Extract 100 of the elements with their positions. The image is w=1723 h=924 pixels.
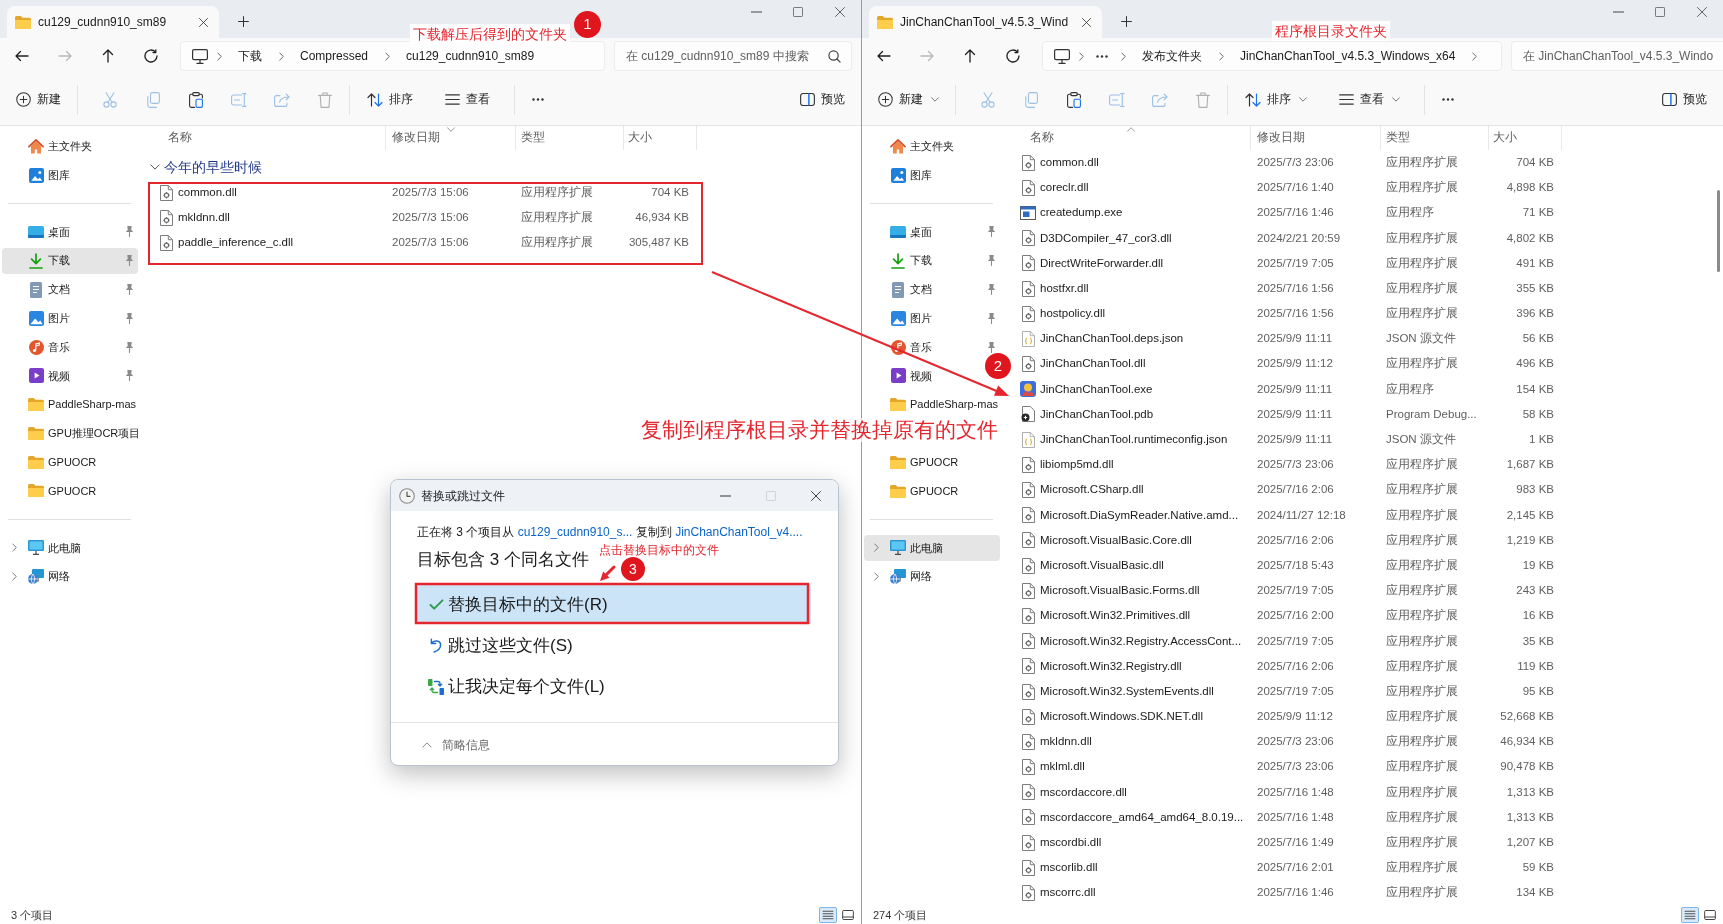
file-name[interactable]: mkldnn.dll: [1040, 733, 1092, 751]
sidebar-item[interactable]: 网络: [864, 563, 938, 590]
file-name[interactable]: hostfxr.dll: [1040, 279, 1089, 298]
file-name[interactable]: createdump.exe: [1040, 204, 1123, 222]
sidebar-item[interactable]: 主文件夹: [864, 133, 960, 160]
sidebar-item[interactable]: GPU推理OCR项目: [2, 420, 147, 447]
file-name[interactable]: common.dll: [1040, 153, 1099, 172]
file-name[interactable]: JinChanChanTool.runtimeconfig.json: [1040, 431, 1228, 449]
file-name[interactable]: mklml.dll: [1040, 758, 1085, 776]
sidebar-item[interactable]: 视频: [2, 362, 138, 389]
column-header[interactable]: 修改日期: [386, 126, 516, 150]
sidebar-item[interactable]: 图片: [864, 305, 1000, 332]
column-header[interactable]: 修改日期: [1251, 126, 1381, 150]
sidebar-item[interactable]: 音乐: [2, 334, 138, 361]
column-header[interactable]: 类型: [1381, 126, 1489, 150]
address-bar[interactable]: 发布文件夹 JinChanChanTool_v4.5.3_Windows_x64: [1042, 41, 1502, 71]
file-name[interactable]: JinChanChanTool.dll: [1040, 355, 1146, 373]
file-name[interactable]: mscorlib.dll: [1040, 859, 1098, 877]
column-header[interactable]: 大小: [624, 126, 697, 150]
file-name[interactable]: mscordaccore.dll: [1040, 783, 1127, 801]
search-field[interactable]: 在 JinChanChanTool_v4.5.3_Windo: [1511, 41, 1723, 71]
sidebar-item[interactable]: 主文件夹: [2, 133, 98, 160]
brief-info-button[interactable]: 简略信息: [422, 735, 490, 755]
file-name[interactable]: Microsoft.Win32.Primitives.dll: [1040, 607, 1191, 625]
sidebar-item[interactable]: GPUOCR: [2, 478, 103, 504]
sort-button[interactable]: 排序: [359, 82, 421, 117]
sidebar-item[interactable]: GPUOCR: [2, 449, 103, 476]
sidebar-item[interactable]: 下载: [2, 247, 138, 274]
file-name[interactable]: Microsoft.Win32.SystemEvents.dll: [1040, 682, 1214, 701]
sidebar-item[interactable]: 此电脑: [864, 534, 1000, 561]
folder-link[interactable]: cu129_cudnn910_s...: [517, 525, 633, 539]
preview-button[interactable]: 预览: [1656, 82, 1713, 117]
file-name[interactable]: Microsoft.Windows.SDK.NET.dll: [1040, 708, 1203, 726]
sidebar-item[interactable]: 图库: [2, 162, 76, 189]
sidebar-item[interactable]: 桌面: [2, 218, 138, 245]
sidebar-item[interactable]: PaddleSharp-mas: [2, 391, 143, 418]
file-name[interactable]: mscorrc.dll: [1040, 884, 1096, 902]
sidebar-item[interactable]: 此电脑: [2, 534, 87, 561]
breadcrumb[interactable]: JinChanChanTool_v4.5.3_Windows_x64: [1232, 45, 1464, 67]
sidebar-item[interactable]: 下载: [864, 247, 1000, 274]
details-view-button[interactable]: [819, 907, 837, 923]
file-name[interactable]: Microsoft.Win32.Registry.AccessCont...: [1040, 632, 1242, 650]
tab[interactable]: cu129_cudnn910_sm89: [7, 6, 219, 38]
replace-files-option[interactable]: 替换目标中的文件(R): [416, 585, 811, 624]
column-header[interactable]: 大小: [1489, 126, 1562, 150]
column-header[interactable]: 类型: [516, 126, 624, 150]
file-name[interactable]: Microsoft.VisualBasic.Core.dll: [1040, 531, 1192, 550]
sidebar-item[interactable]: 文档: [864, 276, 1000, 303]
column-header[interactable]: 名称: [150, 126, 386, 150]
sidebar-item[interactable]: 文档: [2, 276, 138, 303]
file-icon: [1021, 154, 1035, 171]
file-name[interactable]: mscordbi.dll: [1040, 834, 1102, 852]
tab[interactable]: JinChanChanTool_v4.5.3_Wind: [869, 6, 1103, 38]
group-header[interactable]: 今年的早些时候: [150, 155, 262, 179]
search-field[interactable]: 在 cu129_cudnn910_sm89 中搜索: [614, 41, 852, 71]
file-name[interactable]: Microsoft.VisualBasic.Forms.dll: [1040, 582, 1200, 600]
file-name[interactable]: Microsoft.VisualBasic.dll: [1040, 556, 1164, 575]
new-button[interactable]: 新建: [872, 82, 945, 117]
file-name[interactable]: Microsoft.DiaSymReader.Native.amd...: [1040, 506, 1239, 524]
view-button[interactable]: 查看: [437, 82, 498, 117]
sidebar-item[interactable]: GPUOCR: [864, 478, 965, 504]
column-header[interactable]: 名称: [1012, 126, 1251, 150]
file-icon: [1021, 607, 1035, 624]
file-name[interactable]: JinChanChanTool.exe: [1040, 380, 1153, 398]
new-button[interactable]: 新建: [10, 82, 67, 117]
file-name[interactable]: D3DCompiler_47_cor3.dll: [1040, 229, 1172, 247]
file-name[interactable]: hostpolicy.dll: [1040, 305, 1105, 323]
file-name[interactable]: mkldnn.dll: [178, 209, 230, 227]
address-bar[interactable]: 下载 Compressed cu129_cudnn910_sm89: [180, 41, 605, 71]
breadcrumb[interactable]: 下载: [230, 45, 270, 67]
view-button[interactable]: 查看: [1331, 82, 1408, 117]
file-name[interactable]: Microsoft.CSharp.dll: [1040, 481, 1144, 499]
sidebar-item[interactable]: 图片: [2, 305, 138, 332]
file-name[interactable]: JinChanChanTool.pdb: [1040, 405, 1154, 424]
file-name[interactable]: JinChanChanTool.deps.json: [1040, 330, 1184, 348]
scrollbar-thumb[interactable]: [1717, 190, 1720, 272]
tiles-view-button[interactable]: [839, 907, 857, 923]
file-name[interactable]: DirectWriteForwarder.dll: [1040, 254, 1164, 272]
skip-files-option[interactable]: 跳过这些文件(S): [416, 626, 811, 665]
sidebar-item[interactable]: 视频: [864, 362, 938, 389]
file-name[interactable]: mscordaccore_amd64_amd64_8.0.19...: [1040, 808, 1244, 827]
sidebar-item[interactable]: PaddleSharp-mas: [864, 391, 1005, 418]
preview-button[interactable]: 预览: [794, 82, 851, 117]
breadcrumb[interactable]: Compressed: [292, 45, 377, 67]
file-name[interactable]: coreclr.dll: [1040, 179, 1089, 197]
sort-button[interactable]: 排序: [1237, 82, 1315, 117]
details-view-button[interactable]: [1681, 907, 1699, 923]
sidebar-item[interactable]: 图库: [864, 162, 938, 189]
file-name[interactable]: Microsoft.Win32.Registry.dll: [1040, 657, 1182, 675]
sidebar-item[interactable]: 网络: [2, 563, 76, 590]
file-name[interactable]: libiomp5md.dll: [1040, 456, 1114, 474]
sidebar-item[interactable]: GPUOCR: [864, 449, 965, 476]
sidebar-item[interactable]: 桌面: [864, 218, 1000, 245]
file-name[interactable]: paddle_inference_c.dll: [178, 234, 294, 252]
decide-each-file-option[interactable]: 让我决定每个文件(L): [416, 667, 811, 706]
folder-link[interactable]: JinChanChanTool_v4....: [675, 525, 803, 539]
breadcrumb[interactable]: cu129_cudnn910_sm89: [398, 45, 543, 67]
breadcrumb[interactable]: 发布文件夹: [1134, 45, 1210, 67]
tiles-view-button[interactable]: [1701, 907, 1719, 923]
file-name[interactable]: common.dll: [178, 183, 237, 202]
